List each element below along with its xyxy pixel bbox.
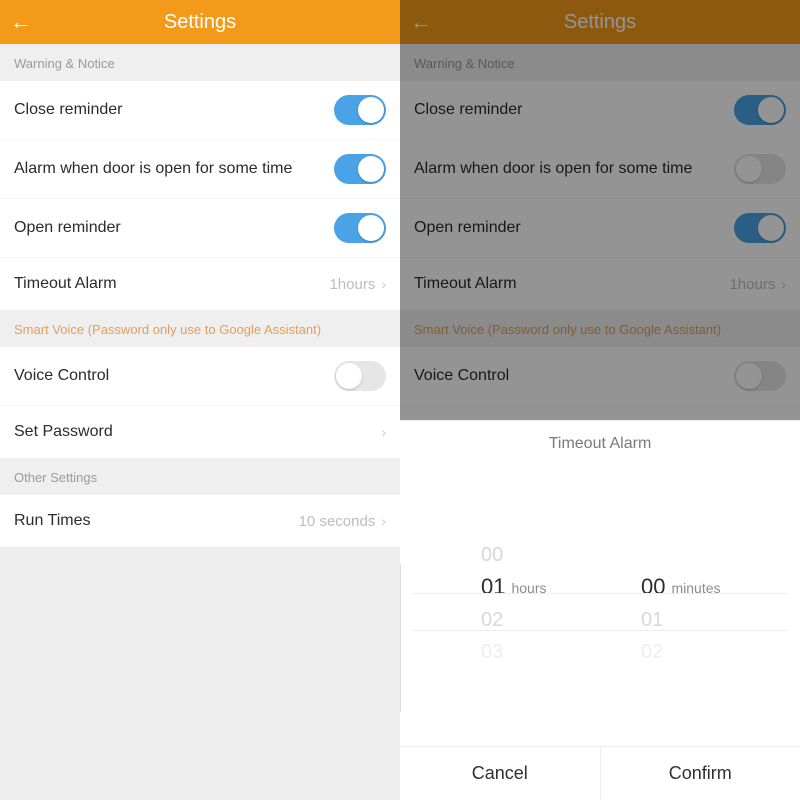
row-timeout-alarm[interactable]: Timeout Alarm 1hours › [0, 258, 400, 310]
back-button[interactable]: ← [10, 0, 32, 44]
left-screenshot: ← Settings Warning & Notice Close remind… [0, 0, 400, 800]
confirm-button[interactable]: Confirm [601, 747, 800, 800]
alarm-open-label: Alarm when door is open for some time [14, 160, 292, 178]
minutes-option: 02 [641, 636, 663, 668]
minutes-unit: minutes [671, 572, 720, 604]
set-password-chevron-wrap: › [381, 424, 386, 440]
row-open-reminder: Open reminder [0, 199, 400, 258]
minutes-wheel[interactable]: -- 00minutes 01 02 [605, 539, 755, 668]
row-alarm-open: Alarm when door is open for some time [0, 140, 400, 199]
picker-wheels: 00 01hours 02 03 -- 00minutes 01 02 [400, 461, 800, 746]
hours-option: 02 [481, 604, 503, 636]
modal-dim-overlay[interactable] [400, 0, 800, 420]
toggle-knob [336, 363, 362, 389]
toggle-knob [358, 215, 384, 241]
close-reminder-label: Close reminder [14, 101, 122, 119]
minutes-selected: 00minutes [641, 571, 721, 604]
other-list: Run Times 10 seconds › [0, 495, 400, 547]
warning-list: Close reminder Alarm when door is open f… [0, 81, 400, 310]
hours-option: 00 [481, 539, 503, 571]
close-reminder-toggle[interactable] [334, 95, 386, 125]
row-voice-control: Voice Control [0, 347, 400, 406]
row-run-times[interactable]: Run Times 10 seconds › [0, 495, 400, 547]
page-title: Settings [164, 11, 236, 34]
alarm-open-toggle[interactable] [334, 154, 386, 184]
timeout-value: 1hours [329, 276, 375, 293]
voice-control-label: Voice Control [14, 367, 109, 385]
row-set-password[interactable]: Set Password › [0, 406, 400, 458]
chevron-right-icon: › [381, 276, 386, 292]
run-times-value: 10 seconds [299, 513, 376, 530]
open-reminder-label: Open reminder [14, 219, 121, 237]
section-heading-voice: Smart Voice (Password only use to Google… [0, 310, 400, 347]
chevron-right-icon: › [381, 513, 386, 529]
section-heading-other: Other Settings [0, 458, 400, 495]
timeout-label: Timeout Alarm [14, 275, 117, 293]
empty-area [0, 547, 400, 800]
toggle-knob [358, 156, 384, 182]
hours-option: 03 [481, 636, 503, 668]
hours-selected: 01hours [481, 571, 547, 604]
cancel-button[interactable]: Cancel [400, 747, 600, 800]
app-header: ← Settings [0, 0, 400, 44]
hours-wheel[interactable]: 00 01hours 02 03 [445, 539, 595, 668]
minutes-option: 01 [641, 604, 663, 636]
run-times-label: Run Times [14, 512, 90, 530]
picker-title: Timeout Alarm [400, 421, 800, 461]
back-arrow-icon: ← [10, 9, 32, 35]
toggle-knob [358, 97, 384, 123]
voice-list: Voice Control Set Password › [0, 347, 400, 458]
chevron-right-icon: › [381, 424, 386, 440]
picker-actions: Cancel Confirm [400, 746, 800, 800]
run-times-value-wrap: 10 seconds › [299, 513, 386, 530]
hours-unit: hours [511, 572, 546, 604]
row-close-reminder: Close reminder [0, 81, 400, 140]
voice-control-toggle[interactable] [334, 361, 386, 391]
right-screenshot: ← Settings Warning & Notice Close remind… [400, 0, 800, 800]
section-heading-warning: Warning & Notice [0, 44, 400, 81]
open-reminder-toggle[interactable] [334, 213, 386, 243]
set-password-label: Set Password [14, 423, 113, 441]
timeout-value-wrap: 1hours › [329, 276, 386, 293]
timeout-picker-sheet: Timeout Alarm 00 01hours 02 03 -- 00minu… [400, 420, 800, 800]
